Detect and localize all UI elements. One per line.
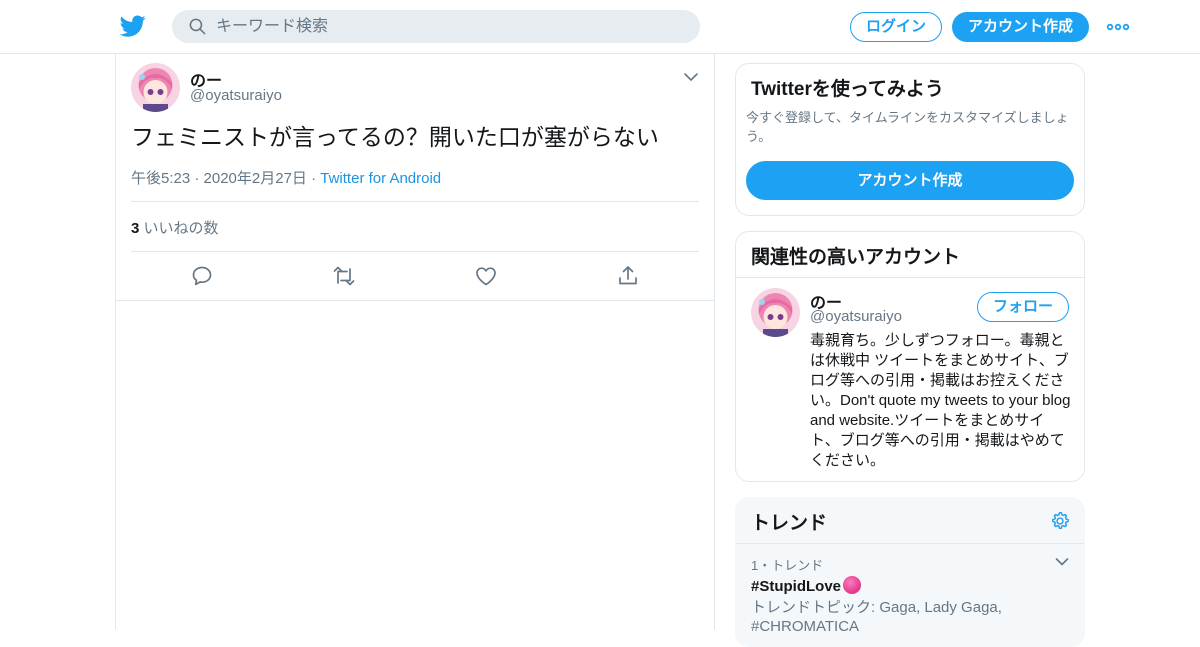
more-dots-icon[interactable] (1106, 18, 1130, 36)
signup-card-description: 今すぐ登録して、タイムラインをカスタマイズしましょう。 (746, 110, 1069, 144)
twitter-bird-icon[interactable] (120, 13, 146, 39)
signup-button[interactable]: アカウント作成 (952, 12, 1089, 42)
related-user-bio: 毒親育ち。少しずつフォロー。毒親とは休戦中 ツイートをまとめサイト、ブログ等への… (810, 332, 1071, 469)
related-user-handle[interactable]: @oyatsuraiyo (810, 308, 902, 325)
trend-hashtag-text: #StupidLove (751, 578, 842, 595)
signup-card: Twitterを使ってみよう 今すぐ登録して、タイムラインをカスタマイズしましょ… (735, 63, 1085, 216)
tweet-text: フェミニストが言ってるの？開いた口が塞がらない (131, 124, 659, 150)
tweet: のー @oyatsuraiyo フェミニストが言ってるの？開いた口が塞がらない … (116, 54, 714, 301)
retweet-icon[interactable] (332, 264, 356, 288)
related-accounts-title: 関連性の高いアカウント (751, 247, 961, 268)
avatar[interactable] (751, 288, 800, 337)
like-icon[interactable] (474, 264, 498, 288)
like-count-label: いいねの数 (139, 220, 219, 237)
top-bar: ログイン アカウント作成 (0, 0, 1200, 54)
avatar-image (751, 288, 800, 337)
trend-rank: 1・トレンド (751, 558, 824, 573)
trend-hashtag[interactable]: #StupidLove (751, 576, 862, 595)
trends-card: トレンド 1・トレンド #StupidLove トレンドトピック: Gaga, … (735, 497, 1085, 647)
divider (131, 201, 699, 202)
search-icon (189, 18, 206, 35)
follow-button[interactable]: フォロー (977, 292, 1069, 322)
avatar-image (131, 63, 180, 112)
like-count[interactable]: 3 いいねの数 (131, 217, 219, 238)
search-box[interactable] (172, 10, 700, 43)
search-input[interactable] (216, 10, 686, 43)
trends-title: トレンド (751, 513, 828, 534)
tweet-timestamp[interactable]: 午後5:23 · 2020年2月27日 · (131, 170, 320, 187)
share-icon[interactable] (616, 264, 640, 288)
signup-card-title: Twitterを使ってみよう (751, 79, 944, 100)
divider (736, 277, 1084, 278)
divider (131, 251, 699, 252)
chevron-down-icon[interactable] (682, 68, 700, 86)
user-handle[interactable]: @oyatsuraiyo (190, 87, 282, 104)
login-button[interactable]: ログイン (850, 12, 942, 42)
avatar[interactable] (131, 63, 180, 112)
reply-icon[interactable] (190, 264, 214, 288)
tweet-meta: 午後5:23 · 2020年2月27日 · Twitter for Androi… (131, 167, 441, 188)
trend-topics: トレンドトピック: Gaga, Lady Gaga, #CHROMATICA (751, 599, 1002, 635)
chevron-down-icon[interactable] (1054, 554, 1070, 570)
related-accounts-card: 関連性の高いアカウント のー @oyatsuraiyo フォロー 毒親育ち。少し… (735, 231, 1085, 482)
tweet-client-link[interactable]: Twitter for Android (320, 170, 441, 187)
divider (736, 543, 1084, 544)
gear-icon[interactable] (1049, 510, 1071, 532)
signup-card-button[interactable]: アカウント作成 (746, 161, 1074, 200)
pink-heart-icon (843, 576, 862, 594)
main-column: のー @oyatsuraiyo フェミニストが言ってるの？開いた口が塞がらない … (115, 54, 715, 630)
